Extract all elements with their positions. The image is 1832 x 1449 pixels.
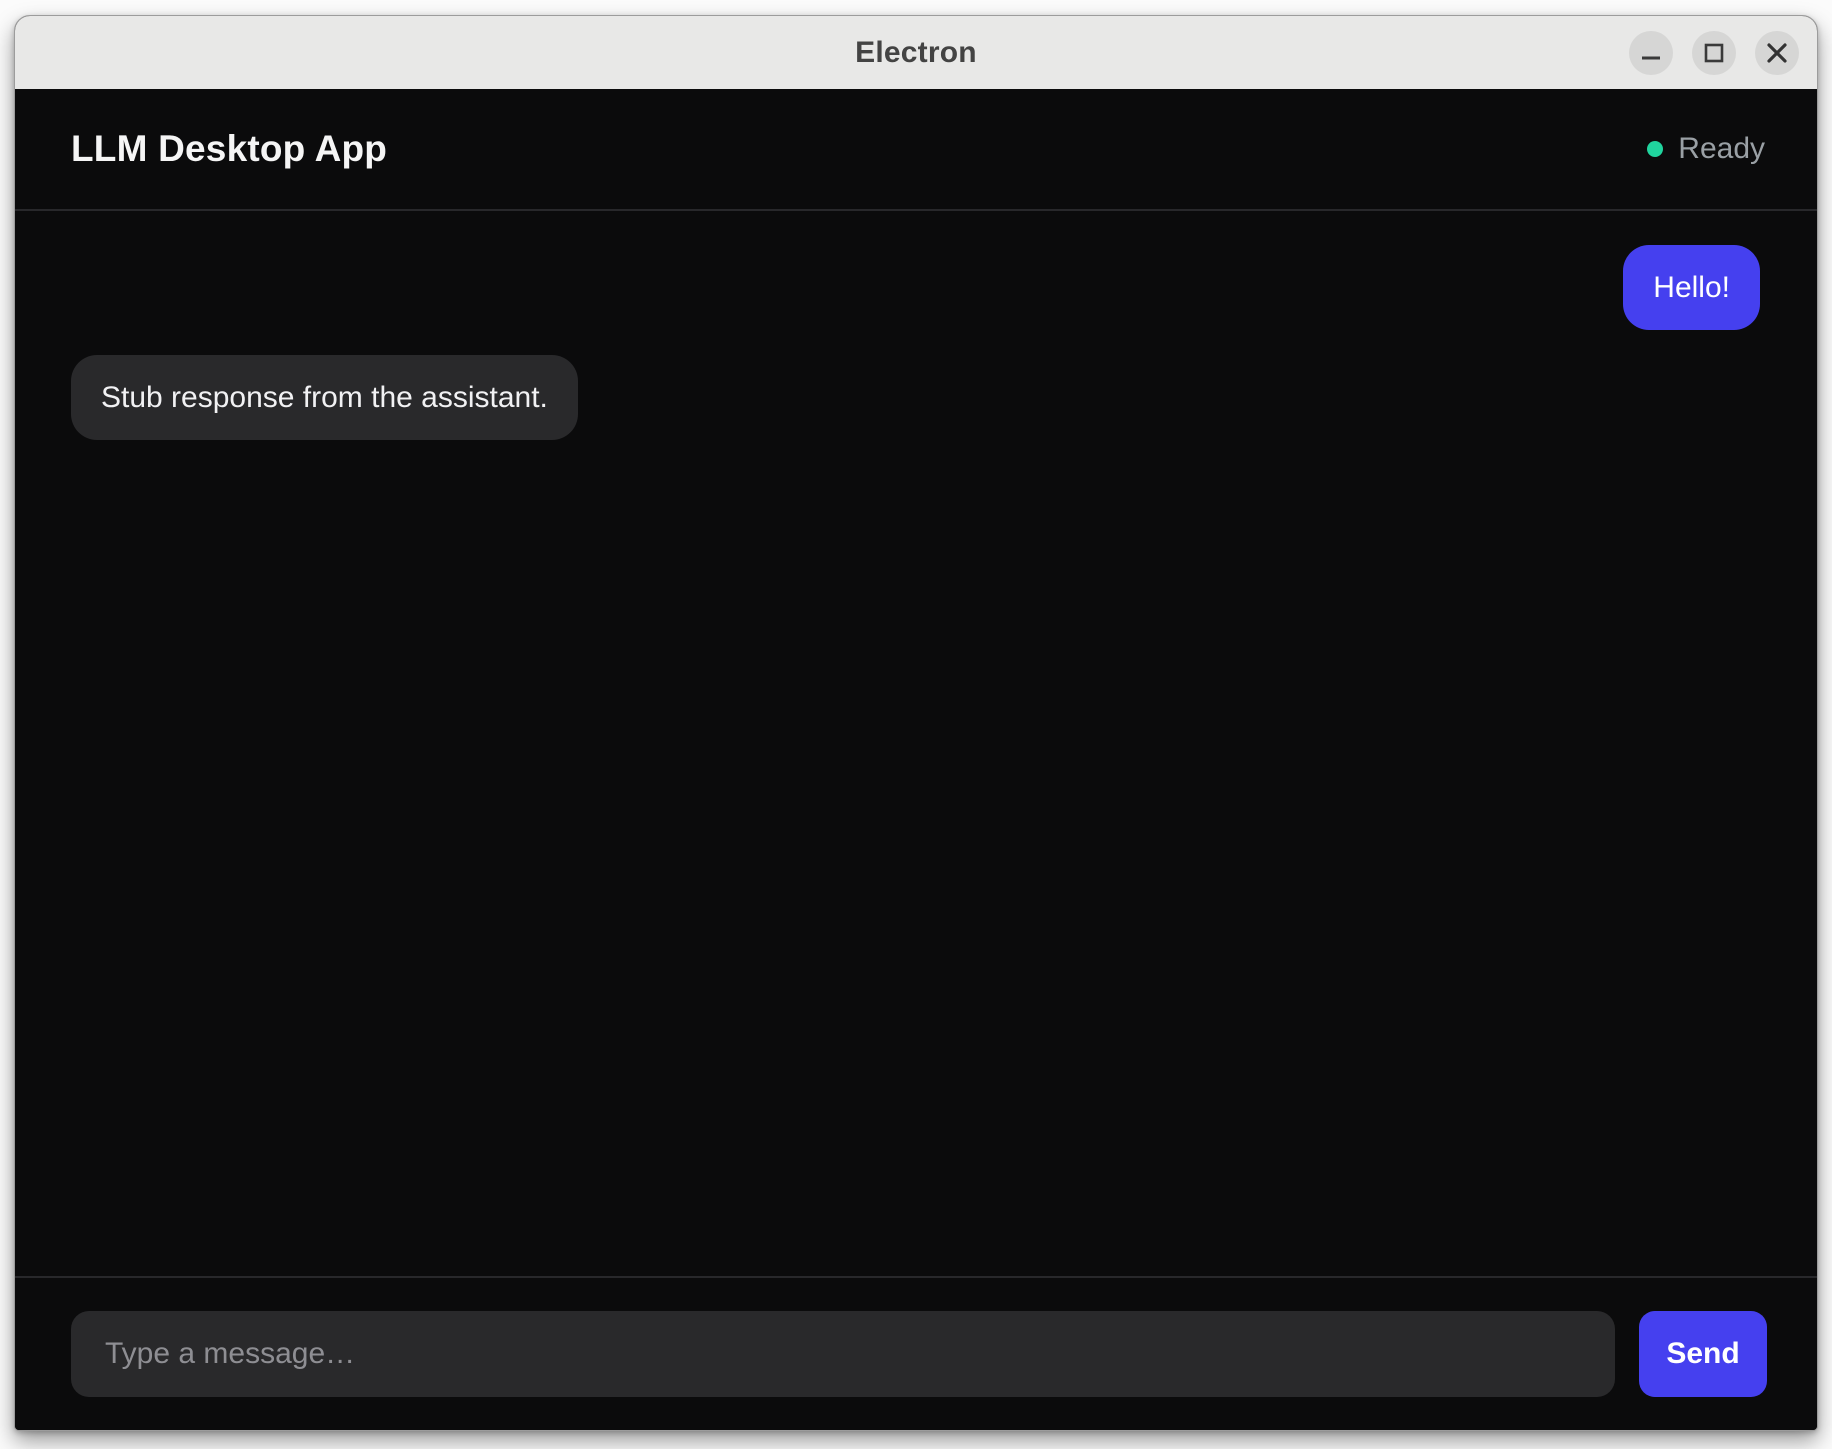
window-title: Electron: [855, 36, 977, 70]
titlebar: Electron: [15, 16, 1817, 89]
window-controls: [1629, 16, 1799, 89]
chat-message-user: Hello!: [1623, 245, 1760, 330]
minimize-button[interactable]: [1629, 31, 1673, 75]
maximize-button[interactable]: [1692, 31, 1736, 75]
send-button[interactable]: Send: [1639, 1311, 1767, 1397]
status-dot-icon: [1647, 141, 1663, 157]
message-input[interactable]: [71, 1311, 1615, 1397]
page-title: LLM Desktop App: [71, 128, 387, 170]
minimize-icon: [1629, 31, 1673, 75]
app-window: Electron: [14, 15, 1818, 1431]
close-button[interactable]: [1755, 31, 1799, 75]
chat-message-assistant: Stub response from the assistant.: [71, 355, 578, 440]
maximize-icon: [1692, 31, 1736, 75]
composer-bar: Send: [15, 1276, 1817, 1430]
chat-message-list: Hello! Stub response from the assistant.: [15, 211, 1817, 1276]
status-label: Ready: [1678, 132, 1765, 166]
app-content: LLM Desktop App Ready Hello! Stub respon…: [15, 89, 1817, 1430]
close-icon: [1755, 31, 1799, 75]
app-header: LLM Desktop App Ready: [15, 89, 1817, 211]
status-badge: Ready: [1647, 132, 1765, 166]
